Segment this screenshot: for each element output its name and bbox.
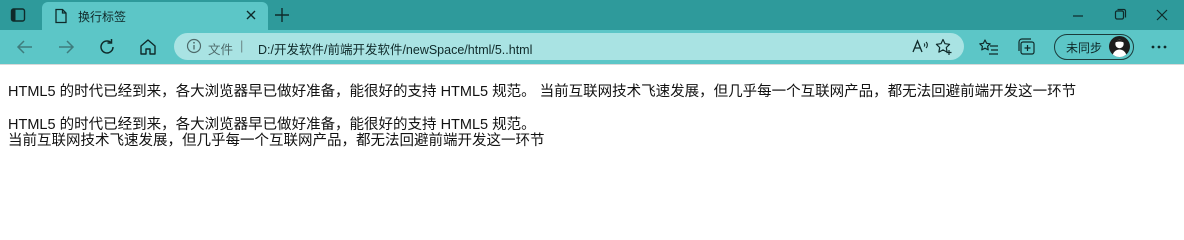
paragraph-line-1: HTML5 的时代已经到来，各大浏览器早已做好准备，能很好的支持 HTML5 规…: [8, 117, 536, 133]
paragraph-single-line: HTML5 的时代已经到来，各大浏览器早已做好准备，能很好的支持 HTML5 规…: [8, 84, 1077, 100]
tab-strip: 换行标签: [0, 0, 1184, 30]
profile-sync-label: 未同步: [1066, 41, 1103, 55]
address-scheme-label: 文件: [208, 43, 234, 57]
plus-icon[interactable]: [272, 5, 292, 25]
page-content: HTML5 的时代已经到来，各大浏览器早已做好准备，能很好的支持 HTML5 规…: [0, 64, 1184, 204]
profile-button[interactable]: 未同步: [1054, 34, 1134, 60]
home-icon[interactable]: [137, 36, 159, 58]
page-icon: [54, 8, 68, 24]
tab-title: 换行标签: [78, 10, 127, 24]
address-separator: |: [240, 38, 244, 53]
toolbar: 文件 | D:/开发软件/前端开发软件/newSpace/html/5..htm…: [0, 30, 1184, 64]
address-url[interactable]: D:/开发软件/前端开发软件/newSpace/html/5..html: [258, 39, 532, 58]
paragraph-with-line-break: HTML5 的时代已经到来，各大浏览器早已做好准备，能很好的支持 HTML5 规…: [8, 117, 545, 149]
read-aloud-icon[interactable]: [910, 37, 930, 57]
collections-icon[interactable]: [1016, 36, 1038, 58]
minimize-icon[interactable]: [1058, 2, 1098, 28]
close-icon[interactable]: [242, 6, 260, 24]
tab-active[interactable]: 换行标签: [42, 2, 268, 30]
address-bar[interactable]: 文件 | D:/开发软件/前端开发软件/newSpace/html/5..htm…: [174, 33, 964, 60]
info-icon[interactable]: [186, 38, 202, 54]
refresh-icon[interactable]: [96, 36, 118, 58]
tab-actions-icon[interactable]: [9, 6, 27, 24]
forward-arrow-icon[interactable]: [55, 36, 77, 58]
more-icon[interactable]: [1148, 36, 1170, 58]
window-close-icon[interactable]: [1142, 2, 1182, 28]
add-favorite-icon[interactable]: [934, 37, 954, 57]
back-arrow-icon[interactable]: [14, 36, 36, 58]
avatar: [1109, 36, 1130, 57]
paragraph-line-2: 当前互联网技术飞速发展，但几乎每一个互联网产品，都无法回避前端开发这一环节: [8, 133, 545, 149]
favorites-icon[interactable]: [978, 36, 1000, 58]
restore-icon[interactable]: [1100, 2, 1140, 28]
